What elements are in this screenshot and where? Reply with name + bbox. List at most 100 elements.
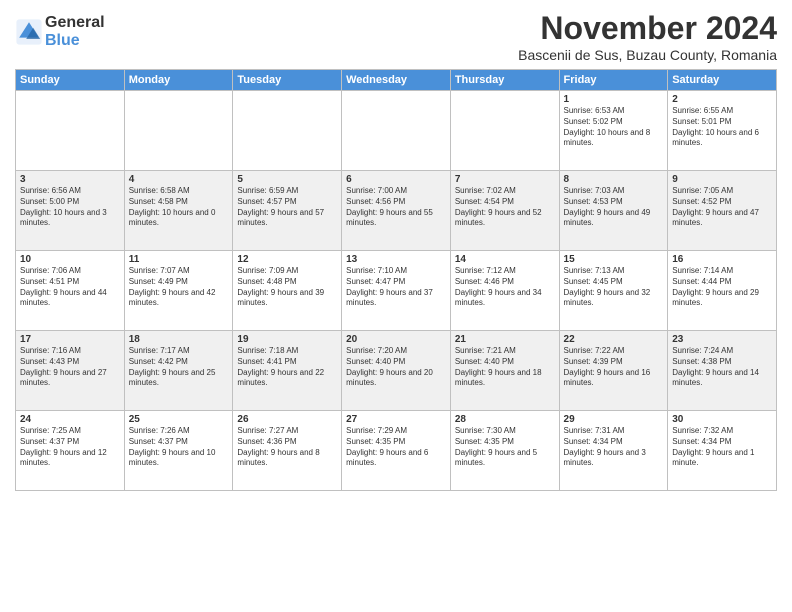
table-row: 23Sunrise: 7:24 AM Sunset: 4:38 PM Dayli… xyxy=(668,331,777,411)
day-info: Sunrise: 7:12 AM Sunset: 4:46 PM Dayligh… xyxy=(455,266,555,309)
day-info: Sunrise: 7:31 AM Sunset: 4:34 PM Dayligh… xyxy=(564,426,664,469)
table-row: 5Sunrise: 6:59 AM Sunset: 4:57 PM Daylig… xyxy=(233,171,342,251)
calendar-week-2: 3Sunrise: 6:56 AM Sunset: 5:00 PM Daylig… xyxy=(16,171,777,251)
day-number: 7 xyxy=(455,174,555,185)
day-number: 17 xyxy=(20,334,120,345)
col-monday: Monday xyxy=(124,70,233,91)
day-number: 2 xyxy=(672,94,772,105)
col-friday: Friday xyxy=(559,70,668,91)
day-number: 24 xyxy=(20,414,120,425)
day-number: 9 xyxy=(672,174,772,185)
day-number: 21 xyxy=(455,334,555,345)
table-row: 16Sunrise: 7:14 AM Sunset: 4:44 PM Dayli… xyxy=(668,251,777,331)
calendar-week-4: 17Sunrise: 7:16 AM Sunset: 4:43 PM Dayli… xyxy=(16,331,777,411)
logo: General Blue xyxy=(15,14,105,50)
location-title: Bascenii de Sus, Buzau County, Romania xyxy=(518,47,777,63)
page: General Blue November 2024 Bascenii de S… xyxy=(0,0,792,612)
table-row: 2Sunrise: 6:55 AM Sunset: 5:01 PM Daylig… xyxy=(668,91,777,171)
day-number: 12 xyxy=(237,254,337,265)
table-row: 9Sunrise: 7:05 AM Sunset: 4:52 PM Daylig… xyxy=(668,171,777,251)
day-info: Sunrise: 7:21 AM Sunset: 4:40 PM Dayligh… xyxy=(455,346,555,389)
table-row: 22Sunrise: 7:22 AM Sunset: 4:39 PM Dayli… xyxy=(559,331,668,411)
day-number: 5 xyxy=(237,174,337,185)
day-number: 23 xyxy=(672,334,772,345)
table-row: 10Sunrise: 7:06 AM Sunset: 4:51 PM Dayli… xyxy=(16,251,125,331)
table-row: 21Sunrise: 7:21 AM Sunset: 4:40 PM Dayli… xyxy=(450,331,559,411)
day-number: 28 xyxy=(455,414,555,425)
day-number: 15 xyxy=(564,254,664,265)
day-number: 30 xyxy=(672,414,772,425)
day-info: Sunrise: 6:53 AM Sunset: 5:02 PM Dayligh… xyxy=(564,106,664,149)
col-sunday: Sunday xyxy=(16,70,125,91)
table-row: 29Sunrise: 7:31 AM Sunset: 4:34 PM Dayli… xyxy=(559,411,668,491)
day-info: Sunrise: 7:14 AM Sunset: 4:44 PM Dayligh… xyxy=(672,266,772,309)
title-block: November 2024 Bascenii de Sus, Buzau Cou… xyxy=(518,10,777,63)
table-row xyxy=(16,91,125,171)
logo-text: General Blue xyxy=(45,14,105,50)
day-info: Sunrise: 7:05 AM Sunset: 4:52 PM Dayligh… xyxy=(672,186,772,229)
table-row: 13Sunrise: 7:10 AM Sunset: 4:47 PM Dayli… xyxy=(342,251,451,331)
table-row: 15Sunrise: 7:13 AM Sunset: 4:45 PM Dayli… xyxy=(559,251,668,331)
day-info: Sunrise: 6:59 AM Sunset: 4:57 PM Dayligh… xyxy=(237,186,337,229)
day-number: 4 xyxy=(129,174,229,185)
col-saturday: Saturday xyxy=(668,70,777,91)
table-row: 11Sunrise: 7:07 AM Sunset: 4:49 PM Dayli… xyxy=(124,251,233,331)
day-info: Sunrise: 7:13 AM Sunset: 4:45 PM Dayligh… xyxy=(564,266,664,309)
day-info: Sunrise: 7:00 AM Sunset: 4:56 PM Dayligh… xyxy=(346,186,446,229)
day-info: Sunrise: 7:20 AM Sunset: 4:40 PM Dayligh… xyxy=(346,346,446,389)
day-info: Sunrise: 7:24 AM Sunset: 4:38 PM Dayligh… xyxy=(672,346,772,389)
table-row xyxy=(342,91,451,171)
day-info: Sunrise: 6:56 AM Sunset: 5:00 PM Dayligh… xyxy=(20,186,120,229)
table-row: 30Sunrise: 7:32 AM Sunset: 4:34 PM Dayli… xyxy=(668,411,777,491)
day-number: 27 xyxy=(346,414,446,425)
day-number: 18 xyxy=(129,334,229,345)
day-number: 13 xyxy=(346,254,446,265)
day-info: Sunrise: 7:32 AM Sunset: 4:34 PM Dayligh… xyxy=(672,426,772,469)
table-row: 8Sunrise: 7:03 AM Sunset: 4:53 PM Daylig… xyxy=(559,171,668,251)
day-number: 10 xyxy=(20,254,120,265)
col-wednesday: Wednesday xyxy=(342,70,451,91)
calendar-table: Sunday Monday Tuesday Wednesday Thursday… xyxy=(15,69,777,491)
calendar-week-1: 1Sunrise: 6:53 AM Sunset: 5:02 PM Daylig… xyxy=(16,91,777,171)
day-info: Sunrise: 7:25 AM Sunset: 4:37 PM Dayligh… xyxy=(20,426,120,469)
header: General Blue November 2024 Bascenii de S… xyxy=(15,10,777,63)
table-row: 17Sunrise: 7:16 AM Sunset: 4:43 PM Dayli… xyxy=(16,331,125,411)
calendar-week-3: 10Sunrise: 7:06 AM Sunset: 4:51 PM Dayli… xyxy=(16,251,777,331)
day-info: Sunrise: 7:07 AM Sunset: 4:49 PM Dayligh… xyxy=(129,266,229,309)
day-number: 25 xyxy=(129,414,229,425)
day-info: Sunrise: 7:03 AM Sunset: 4:53 PM Dayligh… xyxy=(564,186,664,229)
day-number: 20 xyxy=(346,334,446,345)
day-info: Sunrise: 7:16 AM Sunset: 4:43 PM Dayligh… xyxy=(20,346,120,389)
day-number: 19 xyxy=(237,334,337,345)
table-row: 12Sunrise: 7:09 AM Sunset: 4:48 PM Dayli… xyxy=(233,251,342,331)
table-row: 3Sunrise: 6:56 AM Sunset: 5:00 PM Daylig… xyxy=(16,171,125,251)
day-number: 14 xyxy=(455,254,555,265)
table-row: 6Sunrise: 7:00 AM Sunset: 4:56 PM Daylig… xyxy=(342,171,451,251)
day-number: 16 xyxy=(672,254,772,265)
day-info: Sunrise: 7:09 AM Sunset: 4:48 PM Dayligh… xyxy=(237,266,337,309)
day-info: Sunrise: 6:55 AM Sunset: 5:01 PM Dayligh… xyxy=(672,106,772,149)
table-row: 28Sunrise: 7:30 AM Sunset: 4:35 PM Dayli… xyxy=(450,411,559,491)
day-number: 8 xyxy=(564,174,664,185)
calendar-header-row: Sunday Monday Tuesday Wednesday Thursday… xyxy=(16,70,777,91)
table-row xyxy=(233,91,342,171)
table-row: 18Sunrise: 7:17 AM Sunset: 4:42 PM Dayli… xyxy=(124,331,233,411)
col-tuesday: Tuesday xyxy=(233,70,342,91)
day-number: 1 xyxy=(564,94,664,105)
day-info: Sunrise: 7:02 AM Sunset: 4:54 PM Dayligh… xyxy=(455,186,555,229)
day-info: Sunrise: 7:06 AM Sunset: 4:51 PM Dayligh… xyxy=(20,266,120,309)
table-row: 4Sunrise: 6:58 AM Sunset: 4:58 PM Daylig… xyxy=(124,171,233,251)
calendar-week-5: 24Sunrise: 7:25 AM Sunset: 4:37 PM Dayli… xyxy=(16,411,777,491)
table-row: 24Sunrise: 7:25 AM Sunset: 4:37 PM Dayli… xyxy=(16,411,125,491)
table-row: 20Sunrise: 7:20 AM Sunset: 4:40 PM Dayli… xyxy=(342,331,451,411)
day-info: Sunrise: 7:17 AM Sunset: 4:42 PM Dayligh… xyxy=(129,346,229,389)
table-row: 19Sunrise: 7:18 AM Sunset: 4:41 PM Dayli… xyxy=(233,331,342,411)
day-info: Sunrise: 7:10 AM Sunset: 4:47 PM Dayligh… xyxy=(346,266,446,309)
table-row: 26Sunrise: 7:27 AM Sunset: 4:36 PM Dayli… xyxy=(233,411,342,491)
month-title: November 2024 xyxy=(518,10,777,47)
day-number: 6 xyxy=(346,174,446,185)
table-row: 7Sunrise: 7:02 AM Sunset: 4:54 PM Daylig… xyxy=(450,171,559,251)
day-number: 26 xyxy=(237,414,337,425)
logo-icon xyxy=(15,18,43,46)
day-info: Sunrise: 7:30 AM Sunset: 4:35 PM Dayligh… xyxy=(455,426,555,469)
